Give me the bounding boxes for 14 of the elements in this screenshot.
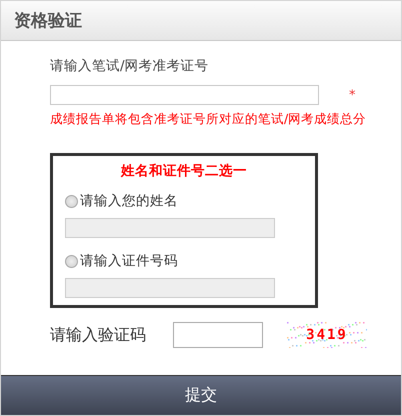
radio-button[interactable] bbox=[65, 254, 78, 268]
option-label: 请输入证件号码 bbox=[80, 252, 178, 270]
option-label: 请输入您的姓名 bbox=[80, 192, 178, 210]
ticket-note: 成绩报告单将包含准考证号所对应的笔试/网考成绩总分 bbox=[50, 111, 368, 128]
captcha-label: 请输入验证码 bbox=[50, 324, 147, 346]
required-mark: * bbox=[349, 88, 356, 102]
ticket-input-field[interactable] bbox=[50, 85, 319, 105]
radio-button[interactable] bbox=[65, 194, 78, 208]
panel-title: 资格验证 bbox=[14, 10, 82, 32]
captcha-image: 3419 bbox=[287, 322, 367, 348]
ticket-label: 请输入笔试/网考准考证号 bbox=[50, 57, 210, 75]
choice-title: 姓名和证件号二选一 bbox=[121, 162, 247, 180]
captcha-input-field[interactable] bbox=[173, 322, 263, 348]
submit-button[interactable]: 提交 bbox=[1, 375, 401, 415]
